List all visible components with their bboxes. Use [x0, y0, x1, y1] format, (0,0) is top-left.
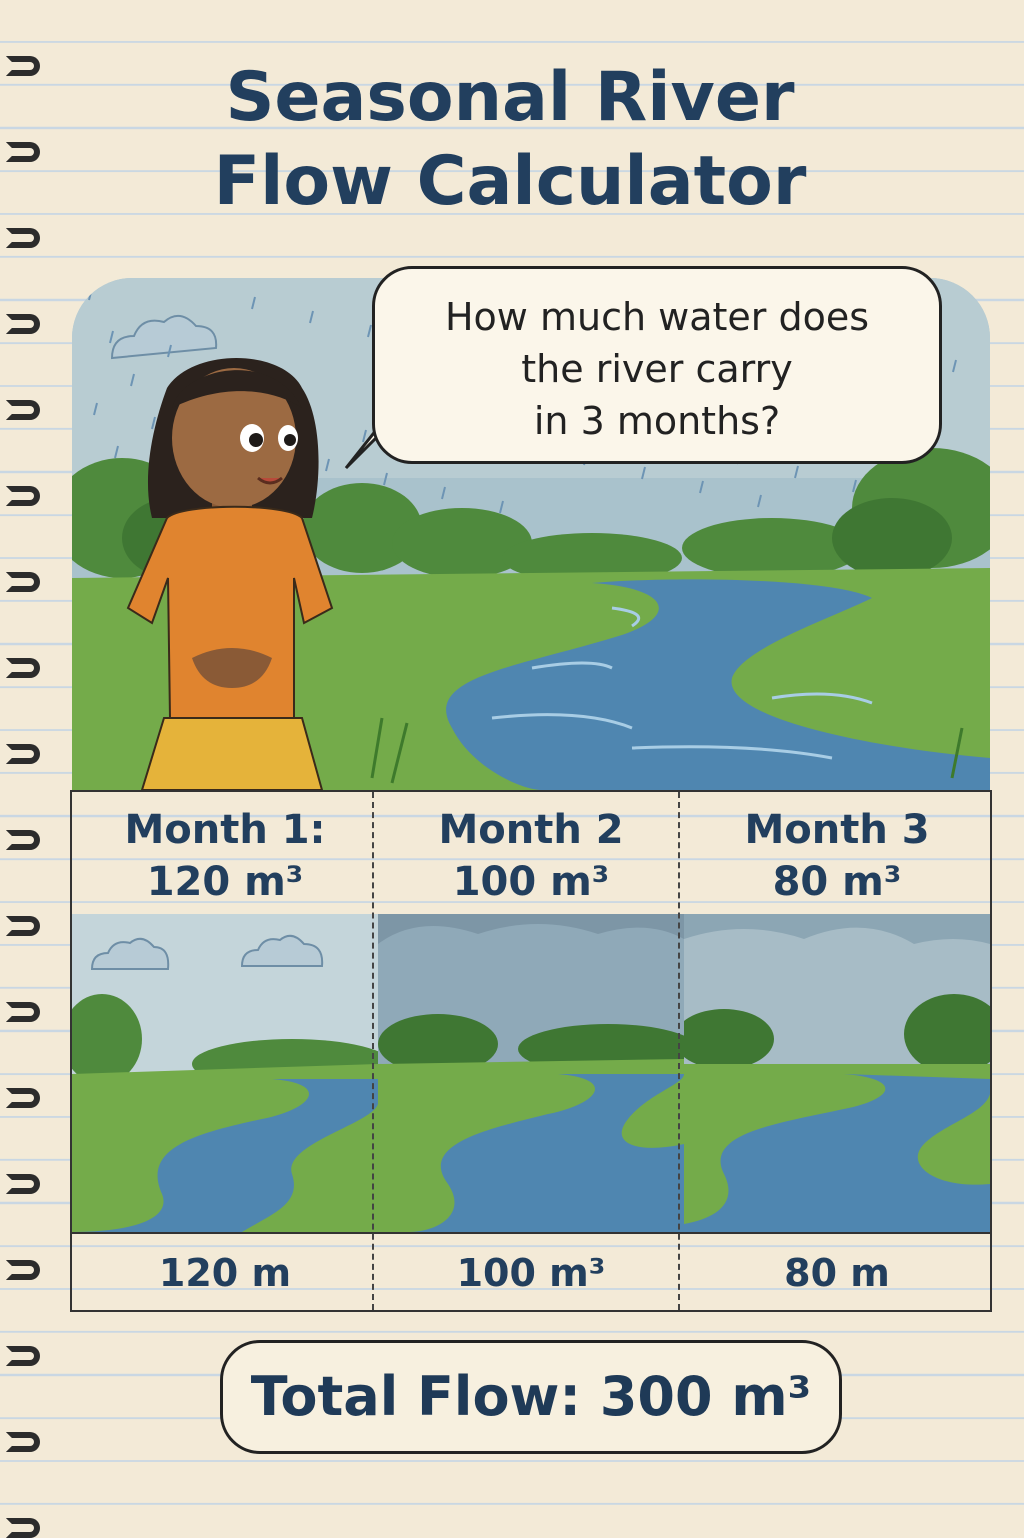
month-2-header-value: 100 m³ — [452, 859, 610, 905]
month-2-label: Month 2 — [438, 807, 624, 853]
month-2-value: 100 m³ — [456, 1251, 606, 1295]
binding-ring — [6, 1174, 40, 1194]
month-1-label: Month 1: — [124, 807, 326, 853]
page-title: Seasonal River Flow Calculator — [120, 56, 900, 224]
month-3-header-value: 80 m³ — [772, 859, 902, 905]
speech-line-2: the river carry — [521, 347, 793, 391]
month-1-river-picture — [72, 914, 378, 1232]
month-header-row: Month 1: 120 m³ Month 2 100 m³ Month 3 8… — [72, 792, 990, 914]
column-divider — [372, 792, 374, 1310]
month-3-river-picture — [684, 914, 990, 1232]
binding-ring — [6, 314, 40, 334]
speech-line-1: How much water does — [444, 295, 870, 339]
binding-ring — [6, 1346, 40, 1366]
month-values-row: 120 m 100 m³ 80 m — [72, 1232, 990, 1312]
binding-ring — [6, 658, 40, 678]
month-3-header: Month 3 80 m³ — [684, 792, 990, 914]
title-line-1: Seasonal River — [225, 58, 795, 137]
column-divider — [678, 792, 680, 1310]
binding-ring — [6, 1432, 40, 1452]
title-line-2: Flow Calculator — [213, 142, 807, 221]
binding-ring — [6, 1002, 40, 1022]
binding-ring — [6, 56, 40, 76]
binding-ring — [6, 142, 40, 162]
binding-ring — [6, 572, 40, 592]
binding-ring — [6, 1518, 40, 1538]
binding-ring — [6, 1088, 40, 1108]
month-2-header: Month 2 100 m³ — [378, 792, 684, 914]
binding-ring — [6, 228, 40, 248]
speech-line-3: in 3 months? — [533, 399, 781, 443]
spiral-binding-icon — [0, 40, 60, 1538]
month-3-value: 80 m — [784, 1251, 890, 1295]
total-flow-box: Total Flow: 300 m³ — [220, 1340, 842, 1454]
month-1-header: Month 1: 120 m³ — [72, 792, 378, 914]
binding-ring — [6, 486, 40, 506]
month-2-river-picture — [378, 914, 684, 1232]
binding-ring — [6, 1260, 40, 1280]
month-1-header-value: 120 m³ — [146, 859, 304, 905]
month-3-label: Month 3 — [744, 807, 930, 853]
binding-ring — [6, 744, 40, 764]
month-pictures-row — [72, 914, 990, 1232]
binding-ring — [6, 830, 40, 850]
binding-ring — [6, 916, 40, 936]
month-1-value: 120 m — [158, 1251, 292, 1295]
speech-bubble: How much water does the river carry in 3… — [372, 266, 942, 464]
binding-ring — [6, 400, 40, 420]
